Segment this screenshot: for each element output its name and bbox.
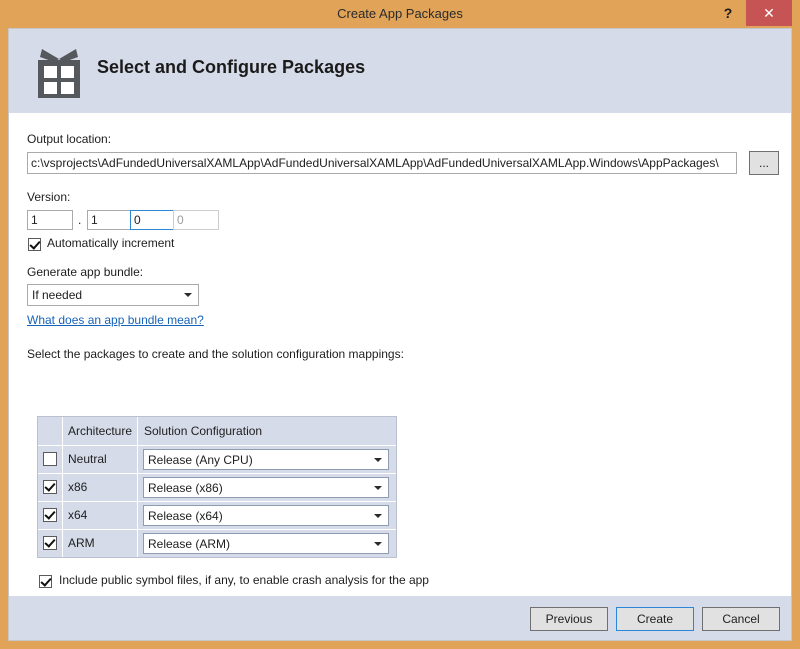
app-bundle-help-link[interactable]: What does an app bundle mean?: [27, 313, 204, 327]
package-configuration-select-x86[interactable]: Release (x86): [143, 477, 389, 498]
chevron-down-icon: [374, 514, 382, 518]
row-divider-1: [62, 446, 63, 473]
row-divider-2: [137, 446, 138, 473]
create-button[interactable]: Create: [616, 607, 694, 631]
version-revision-input: 0: [173, 210, 219, 230]
column-header-architecture: Architecture: [68, 417, 132, 445]
auto-increment-checkbox[interactable]: [28, 238, 41, 251]
version-minor-input[interactable]: 1: [87, 210, 133, 230]
table-row[interactable]: Neutral Release (Any CPU): [38, 445, 396, 473]
version-separator-1: .: [78, 213, 81, 227]
table-row[interactable]: x64 Release (x64): [38, 501, 396, 529]
include-symbols-checkbox[interactable]: [39, 575, 52, 588]
package-configuration-select-x64[interactable]: Release (x64): [143, 505, 389, 526]
package-checkbox-x86[interactable]: [43, 480, 57, 494]
version-major-input[interactable]: 1: [27, 210, 73, 230]
package-architecture-x86: x86: [68, 474, 87, 501]
dialog-footer: Previous Create Cancel: [9, 596, 791, 641]
row-divider-1: [62, 502, 63, 529]
chevron-down-icon: [374, 486, 382, 490]
package-configuration-value-neutral: Release (Any CPU): [148, 450, 370, 470]
dialog-window: Create App Packages ? ✕ Select and Confi…: [0, 0, 800, 649]
cancel-button[interactable]: Cancel: [702, 607, 780, 631]
package-architecture-neutral: Neutral: [68, 446, 107, 473]
dialog-client-area: Select and Configure Packages Output loc…: [8, 28, 792, 641]
packages-table: Architecture Solution Configuration Neut…: [37, 416, 397, 558]
package-checkbox-x64[interactable]: [43, 508, 57, 522]
page-title: Select and Configure Packages: [97, 57, 365, 78]
column-header-solution-configuration: Solution Configuration: [144, 417, 262, 445]
packages-instruction-label: Select the packages to create and the so…: [27, 347, 404, 361]
close-button[interactable]: ✕: [746, 0, 792, 26]
package-configuration-value-x86: Release (x86): [148, 478, 370, 498]
package-checkbox-arm[interactable]: [43, 536, 57, 550]
app-bundle-select[interactable]: If needed: [27, 284, 199, 306]
version-label: Version:: [27, 190, 70, 204]
row-divider-1: [62, 530, 63, 557]
title-bar: Create App Packages ? ✕: [0, 0, 800, 28]
row-divider-1: [62, 474, 63, 501]
header-divider-1: [62, 417, 63, 445]
table-header-row: Architecture Solution Configuration: [38, 417, 396, 445]
gift-box-icon: [30, 43, 88, 101]
chevron-down-icon: [184, 293, 192, 297]
output-location-input[interactable]: c:\vsprojects\AdFundedUniversalXAMLApp\A…: [27, 152, 737, 174]
output-location-label: Output location:: [27, 132, 111, 146]
dialog-banner: Select and Configure Packages: [9, 29, 791, 113]
browse-button[interactable]: ...: [749, 151, 779, 175]
table-row[interactable]: ARM Release (ARM): [38, 529, 396, 557]
header-divider-2: [137, 417, 138, 445]
package-configuration-value-x64: Release (x64): [148, 506, 370, 526]
package-configuration-select-arm[interactable]: Release (ARM): [143, 533, 389, 554]
help-button[interactable]: ?: [714, 0, 742, 26]
package-configuration-select-neutral[interactable]: Release (Any CPU): [143, 449, 389, 470]
app-bundle-selected-value: If needed: [32, 285, 180, 305]
package-architecture-arm: ARM: [68, 530, 95, 557]
table-row[interactable]: x86 Release (x86): [38, 473, 396, 501]
app-bundle-label: Generate app bundle:: [27, 265, 143, 279]
chevron-down-icon: [374, 542, 382, 546]
row-divider-2: [137, 530, 138, 557]
dialog-body: Output location: c:\vsprojects\AdFundedU…: [9, 113, 791, 596]
package-checkbox-neutral[interactable]: [43, 452, 57, 466]
window-title: Create App Packages: [0, 0, 800, 28]
chevron-down-icon: [374, 458, 382, 462]
package-configuration-value-arm: Release (ARM): [148, 534, 370, 554]
version-build-input[interactable]: 0: [130, 210, 176, 230]
auto-increment-label: Automatically increment: [47, 236, 174, 250]
row-divider-2: [137, 474, 138, 501]
row-divider-2: [137, 502, 138, 529]
package-architecture-x64: x64: [68, 502, 87, 529]
include-symbols-label: Include public symbol files, if any, to …: [59, 573, 429, 587]
previous-button[interactable]: Previous: [530, 607, 608, 631]
